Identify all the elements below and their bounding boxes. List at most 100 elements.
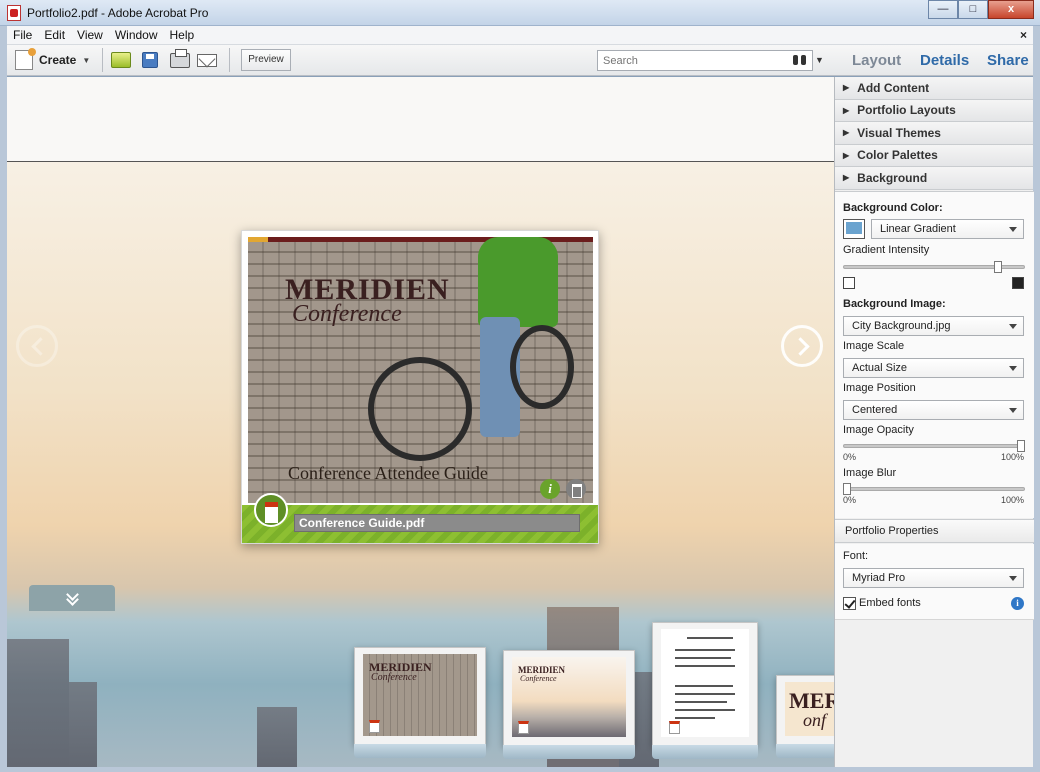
slider-thumb[interactable] — [1017, 440, 1025, 452]
thumbnail-pedestal — [652, 745, 758, 759]
image-position-label: Image Position — [843, 382, 916, 394]
file-thumbnail[interactable]: MERIDIEN Conference — [354, 647, 486, 758]
preview-button[interactable]: Preview — [241, 49, 291, 71]
background-color-swatch[interactable] — [843, 219, 865, 239]
print-icon[interactable] — [170, 49, 190, 68]
file-name-field[interactable]: Conference Guide.pdf — [294, 514, 580, 532]
menu-window[interactable]: Window — [109, 28, 164, 42]
image-opacity-slider[interactable] — [843, 440, 1025, 452]
cover-guide-title: Conference Attendee Guide — [288, 463, 488, 483]
maximize-button[interactable]: □ — [958, 0, 988, 19]
window-frame-bottom — [0, 767, 1040, 772]
slider-thumb[interactable] — [994, 261, 1003, 273]
gradient-intensity-label: Gradient Intensity — [843, 244, 930, 256]
binoculars-icon[interactable] — [793, 55, 806, 66]
menu-bar: File Edit View Window Help × — [7, 26, 1033, 45]
section-background[interactable]: ▶ Background — [835, 167, 1033, 190]
embed-fonts-label: Embed fonts — [859, 597, 921, 609]
file-thumbnail[interactable]: MERIDIEN Conference — [503, 650, 635, 759]
expand-triangle-icon: ▶ — [843, 105, 850, 115]
opacity-max-label: 100% — [1001, 452, 1025, 462]
close-window-button[interactable]: x — [988, 0, 1034, 19]
open-folder-icon[interactable] — [111, 52, 131, 68]
image-position-value: Centered — [852, 404, 898, 416]
thumbnail-image: MERIDIEN Conference — [512, 657, 626, 737]
blur-min-label: 0% — [843, 495, 857, 505]
image-scale-dropdown[interactable]: Actual Size — [843, 358, 1024, 378]
tab-layout[interactable]: Layout — [852, 52, 901, 69]
header-strip — [7, 77, 834, 162]
opacity-min-label: 0% — [843, 452, 857, 462]
menu-help[interactable]: Help — [164, 28, 201, 42]
tab-share[interactable]: Share — [987, 52, 1029, 69]
document-text-line — [675, 649, 735, 651]
thumbnail-brand-subtitle: Conference — [520, 674, 557, 683]
portfolio-properties-header[interactable]: Portfolio Properties — [835, 519, 1034, 543]
tab-details[interactable]: Details — [920, 52, 969, 69]
close-document-button[interactable]: × — [1020, 28, 1033, 42]
bicycle-wheel — [368, 357, 472, 461]
create-document-icon — [15, 48, 36, 70]
file-thumbnail[interactable] — [652, 622, 758, 759]
file-info-button[interactable]: i — [540, 479, 560, 499]
toolbar-separator — [229, 48, 230, 72]
cover-accent — [248, 237, 268, 242]
font-dropdown[interactable]: Myriad Pro — [843, 568, 1024, 588]
toolbar-separator — [102, 48, 103, 72]
dropdown-arrow-icon — [1009, 227, 1017, 232]
section-label: Background — [857, 170, 928, 185]
skyline-building — [7, 639, 69, 767]
create-button[interactable]: Create ▼ — [15, 48, 90, 70]
font-value: Myriad Pro — [852, 572, 906, 584]
menu-view[interactable]: View — [71, 28, 109, 42]
save-icon[interactable] — [142, 52, 158, 68]
embed-fonts-checkbox[interactable] — [843, 597, 856, 610]
window-controls: — □ x — [928, 0, 1034, 20]
section-visual-themes[interactable]: ▶ Visual Themes — [835, 122, 1033, 145]
image-position-dropdown[interactable]: Centered — [843, 400, 1024, 420]
search-input[interactable] — [598, 51, 783, 70]
expand-triangle-icon: ▶ — [843, 150, 850, 160]
menu-file[interactable]: File — [7, 28, 38, 42]
blur-max-label: 100% — [1001, 495, 1025, 505]
image-blur-slider[interactable] — [843, 483, 1025, 495]
file-thumbnail[interactable]: MER onf — [776, 675, 834, 758]
create-label: Create — [39, 53, 77, 67]
menu-edit[interactable]: Edit — [38, 28, 71, 42]
background-image-dropdown[interactable]: City Background.jpg — [843, 316, 1024, 336]
document-text-line — [675, 665, 735, 667]
slider-thumb[interactable] — [843, 483, 851, 495]
previous-file-arrow-icon[interactable] — [16, 325, 58, 367]
skyline-building — [257, 707, 297, 767]
expand-triangle-icon: ▶ — [843, 128, 850, 138]
document-text-line — [675, 701, 727, 703]
search-box — [597, 50, 813, 71]
thumbnail-brand-subtitle: Conference — [371, 672, 417, 683]
expand-thumbnails-button[interactable] — [29, 585, 115, 611]
search-options-caret-icon[interactable]: ▼ — [815, 55, 824, 65]
gradient-type-dropdown[interactable]: Linear Gradient — [871, 219, 1024, 239]
pdf-file-icon — [518, 721, 529, 734]
gradient-intensity-slider[interactable] — [843, 261, 1025, 273]
section-label: Color Palettes — [857, 148, 938, 163]
section-color-palettes[interactable]: ▶ Color Palettes — [835, 144, 1033, 167]
section-portfolio-layouts[interactable]: ▶ Portfolio Layouts — [835, 99, 1033, 122]
document-text-line — [675, 657, 731, 659]
minimize-button[interactable]: — — [928, 0, 958, 19]
thumbnail-brand-subtitle: onf — [803, 710, 827, 730]
image-scale-label: Image Scale — [843, 340, 905, 352]
bicycle-wheel — [510, 325, 574, 409]
next-file-arrow-icon[interactable] — [781, 325, 823, 367]
thumbnail-image: MERIDIEN Conference — [363, 654, 477, 736]
double-chevron-down-icon — [66, 591, 78, 605]
section-add-content[interactable]: ▶ Add Content — [835, 77, 1033, 100]
info-icon[interactable]: i — [1011, 597, 1024, 610]
dropdown-arrow-icon — [1009, 408, 1017, 413]
portfolio-canvas: MERIDIEN Conference Conference Attendee … — [7, 77, 834, 767]
delete-file-button[interactable] — [566, 479, 586, 499]
window-frame-left — [0, 26, 7, 772]
email-icon[interactable] — [197, 54, 217, 67]
word-file-icon — [669, 721, 680, 734]
background-image-value: City Background.jpg — [852, 320, 951, 332]
file-card[interactable]: MERIDIEN Conference Conference Attendee … — [241, 230, 599, 544]
